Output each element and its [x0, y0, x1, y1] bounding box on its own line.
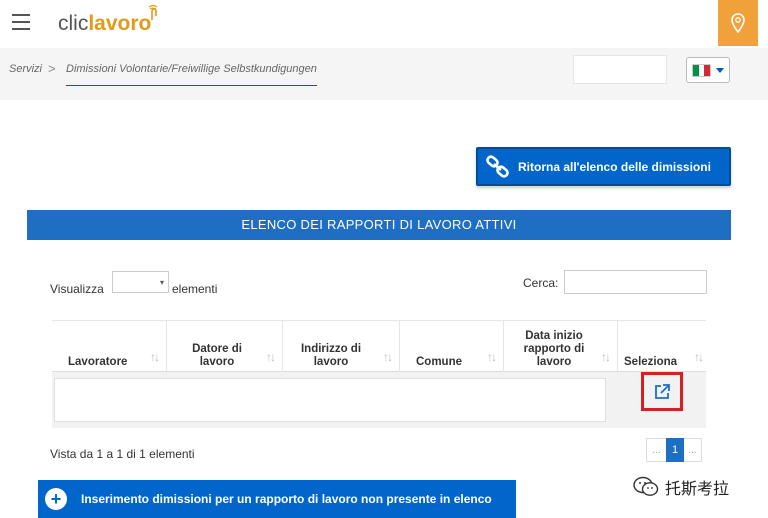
column-label: Datore di lavoro	[192, 343, 242, 368]
logo-text-part1: clic	[58, 12, 89, 35]
menu-icon[interactable]	[12, 14, 30, 30]
column-lavoratore[interactable]: Lavoratore ↑↓	[52, 321, 167, 373]
table-info: Vista da 1 a 1 di 1 elementi	[50, 447, 195, 461]
row-content-blank	[54, 378, 606, 422]
breadcrumb-blank-box	[573, 55, 667, 84]
breadcrumb: Servizi > Dimissioni Volontarie/Freiwill…	[0, 48, 768, 100]
return-to-list-button[interactable]: Ritorna all'elenco delle dimissioni	[476, 147, 731, 186]
logo-text-part2: lavoro	[88, 12, 152, 35]
column-label: Seleziona	[624, 356, 678, 368]
insert-resignation-button[interactable]: + Inserimento dimissioni per un rapporto…	[38, 480, 516, 518]
table-row	[52, 372, 706, 428]
pagination-page-1[interactable]: 1	[666, 438, 684, 462]
column-seleziona[interactable]: Seleziona ↑↓	[618, 321, 706, 373]
sort-icon: ↑↓	[601, 350, 611, 364]
column-data-inizio[interactable]: Data inizio rapporto di lavoro ↑↓	[504, 321, 618, 373]
sort-icon: ↑↓	[487, 350, 497, 364]
cursor-hand-icon	[148, 4, 158, 20]
sort-icon: ↑↓	[266, 350, 276, 364]
page-length-value: ▾	[159, 277, 164, 287]
show-suffix-label: elementi	[172, 282, 218, 296]
wechat-icon	[633, 476, 659, 496]
pagination-next[interactable]: ...	[684, 438, 702, 462]
breadcrumb-servizi[interactable]: Servizi	[9, 63, 42, 75]
chevron-right-icon: >	[48, 61, 56, 76]
search-label: Cerca:	[523, 276, 559, 290]
page-length-select[interactable]: ▾	[112, 271, 169, 293]
pagination-prev[interactable]: ...	[646, 438, 666, 462]
search-input[interactable]	[564, 270, 707, 294]
section-title: ELENCO DEI RAPPORTI DI LAVORO ATTIVI	[27, 210, 731, 240]
column-label: Indirizzo di lavoro	[300, 343, 362, 368]
logo[interactable]: cliclavoro	[58, 12, 151, 36]
column-comune[interactable]: Comune ↑↓	[400, 321, 504, 373]
column-label: Comune	[416, 356, 462, 368]
column-datore[interactable]: Datore di lavoro ↑↓	[167, 321, 283, 373]
breadcrumb-dimissioni[interactable]: Dimissioni Volontarie/Freiwillige Selbst…	[66, 63, 317, 86]
column-indirizzo[interactable]: Indirizzo di lavoro ↑↓	[283, 321, 400, 373]
pagination: ... 1 ...	[646, 438, 702, 462]
language-selector[interactable]	[686, 57, 730, 83]
plus-icon: +	[45, 488, 67, 510]
top-header: cliclavoro	[0, 0, 768, 48]
location-button[interactable]	[718, 0, 758, 46]
column-label: Data inizio rapporto di lavoro	[523, 330, 585, 368]
sort-icon: ↑↓	[694, 350, 704, 364]
return-button-label: Ritorna all'elenco delle dimissioni	[518, 159, 711, 174]
watermark-text: 托斯考拉	[665, 481, 730, 498]
table-header: Lavoratore ↑↓ Datore di lavoro ↑↓ Indiri…	[52, 320, 706, 373]
sort-icon: ↑↓	[150, 350, 160, 364]
watermark: 托斯考拉	[633, 475, 729, 499]
italy-flag-icon	[692, 63, 711, 77]
sort-icon: ↑↓	[383, 350, 393, 364]
select-row-button[interactable]	[641, 372, 683, 411]
link-icon	[478, 154, 518, 180]
map-pin-icon	[731, 13, 745, 33]
caret-down-icon	[716, 67, 724, 73]
show-label: Visualizza	[50, 282, 104, 296]
external-link-icon	[655, 383, 670, 399]
insert-button-label: Inserimento dimissioni per un rapporto d…	[81, 492, 492, 506]
column-label: Lavoratore	[68, 356, 128, 368]
